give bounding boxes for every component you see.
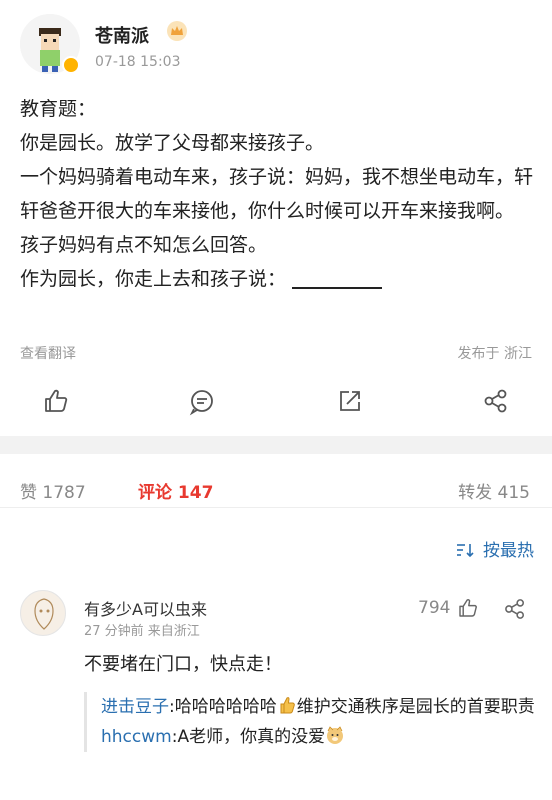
likes-label: 赞 [20,483,37,503]
reply-text: 哈哈哈哈哈哈 [174,697,277,717]
post-line: 你是园长。放学了父母都来接孩子。 [20,132,325,154]
post-location: 发布于 浙江 [457,346,532,362]
commenter-name[interactable]: 有多少A可以虫来 [84,596,207,620]
post-action-bar [0,380,552,424]
comment-share-icon[interactable] [502,596,528,622]
tab-reposts[interactable]: 转发 415 [458,478,530,503]
reposts-label: 转发 [458,483,493,503]
comment-like-count: 794 [418,598,451,618]
reply-item[interactable]: hhccwm:A老师，你真的没爱 [101,722,536,752]
post-meta: 查看翻译 发布于 浙江 [20,343,532,363]
author-avatar[interactable] [20,14,80,74]
section-divider [0,436,552,454]
tab-likes[interactable]: 赞 1787 [20,478,86,503]
reply-text: 维护交通秩序是园长的首要职责 [296,697,535,717]
commenter-avatar[interactable] [20,590,66,636]
thumbs-up-icon[interactable] [41,386,71,416]
commenter-avatar-illustration [34,598,54,630]
comments-count: 147 [177,483,214,503]
tab-comments[interactable]: 评论 147 [138,478,213,503]
likes-count: 1787 [42,483,86,503]
crown-icon [167,21,187,41]
reply-user[interactable]: 进击豆子 [101,697,169,717]
answer-blank [292,271,383,289]
comment-thumbs-up-icon[interactable] [456,596,480,620]
repost-icon[interactable] [335,386,365,416]
verified-badge-icon [62,56,80,74]
post-line-last: 作为园长，你走上去和孩子说： [20,262,535,296]
author-name[interactable]: 苍南派 [95,22,149,48]
comments-label: 评论 [138,483,172,503]
post-content: 教育题： 你是园长。放学了父母都来接孩子。 一个妈妈骑着电动车来，孩子说：妈妈，… [20,92,535,296]
reposts-count: 415 [497,483,530,503]
sort-label: 按最热 [483,541,534,561]
sort-icon [457,544,474,558]
share-icon[interactable] [481,386,511,416]
translate-link[interactable]: 查看翻译 [20,343,76,363]
thumbs-up-emoji-icon [280,697,295,714]
post-line: 孩子妈妈有点不知怎么回答。 [20,234,268,256]
doge-emoji-icon [327,726,344,744]
post-line-text: 作为园长，你走上去和孩子说： [20,268,287,290]
post-time: 07-18 15:03 [95,54,181,70]
post-line: 一个妈妈骑着电动车来，孩子说：妈妈，我不想坐电动车，轩轩爸爸开很大的车来接他，你… [20,166,534,222]
reply-text: A老师，你真的没爱 [177,727,326,747]
reply-list: 进击豆子:哈哈哈哈哈哈 维护交通秩序是园长的首要职责 hhccwm:A老师，你真的… [84,692,536,752]
comment-icon[interactable] [187,386,217,416]
stats-tabs: 赞 1787 评论 147 转发 415 [0,468,552,508]
comment-time: 27 分钟前 来自浙江 [84,624,200,639]
reply-item[interactable]: 进击豆子:哈哈哈哈哈哈 维护交通秩序是园长的首要职责 [101,692,536,722]
post-line: 教育题： [20,98,97,120]
comment-text: 不要堵在门口，快点走！ [84,654,282,675]
post-header: 苍南派 07-18 15:03 [20,14,532,78]
comment-item: 有多少A可以虫来 27 分钟前 来自浙江 794 不要堵在门口，快点走！ 进击豆… [0,586,552,800]
reply-user[interactable]: hhccwm [101,727,172,747]
sort-toggle[interactable]: 按最热 [455,536,534,561]
